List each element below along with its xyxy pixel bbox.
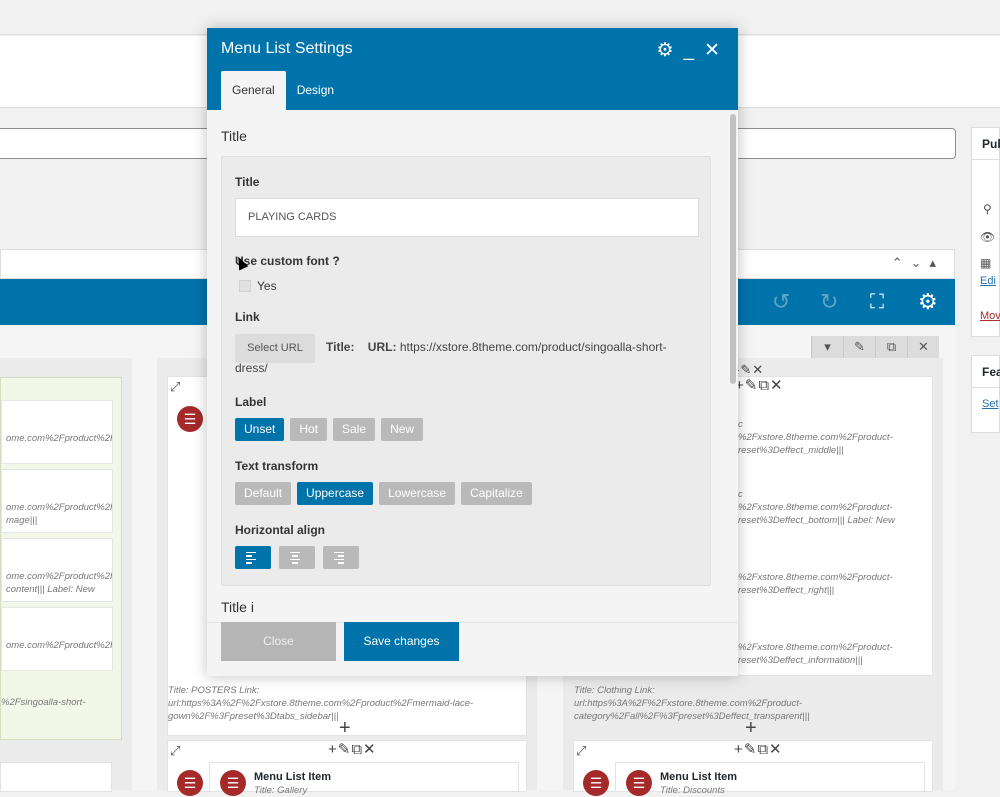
save-changes-button[interactable]: Save changes xyxy=(344,622,459,661)
modal-title: Menu List Settings xyxy=(221,40,353,57)
undo-icon[interactable]: ↺ xyxy=(772,289,790,315)
menu-list-icon: ☰ xyxy=(583,770,609,796)
item-text: ome.com%2Fproduct%2Fs xyxy=(6,433,113,444)
next-section-title: Title i xyxy=(221,599,254,615)
gear-icon[interactable]: ⚙ xyxy=(656,40,673,62)
title-field-label: Title xyxy=(235,175,260,189)
left-column-active-element[interactable]: ome.com%2Fproduct%2Fs ome.com%2Fproduct%… xyxy=(0,377,122,740)
row-edit-icon[interactable]: ✎ xyxy=(843,336,875,358)
menu-list-icon: ☰ xyxy=(626,770,652,796)
item-title: Menu List Item xyxy=(660,771,738,783)
featured-box-header[interactable]: Fea xyxy=(972,356,1000,388)
label-option-sale[interactable]: Sale xyxy=(333,418,376,441)
item-text: ome.com%2Fproduct%2Fd xyxy=(6,640,113,651)
list-item[interactable]: ome.com%2Fproduct%2Fl content||| Label: … xyxy=(1,538,113,602)
set-featured-image-link[interactable]: Set xyxy=(982,398,999,410)
builder-settings-gear-icon[interactable]: ⚙ xyxy=(918,289,938,315)
add-element-icon[interactable]: + xyxy=(339,718,351,738)
horizontal-align-options xyxy=(235,546,359,569)
row-dropdown-icon[interactable]: ▾ xyxy=(811,336,843,358)
tab-general[interactable]: General xyxy=(221,71,286,110)
minimize-icon[interactable]: _ xyxy=(684,40,695,62)
title-input[interactable]: PLAYING CARDS xyxy=(235,198,699,237)
row-delete-icon[interactable]: ✕ xyxy=(907,336,939,358)
horizontal-align-label: Horizontal align xyxy=(235,523,325,537)
edit-link[interactable]: Edi xyxy=(980,275,996,287)
menu-list-icon: ☰ xyxy=(177,406,203,432)
align-right-icon[interactable] xyxy=(323,546,359,569)
transform-option-lowercase[interactable]: Lowercase xyxy=(379,482,456,505)
element-controls-icon[interactable]: +✎⧉✕ xyxy=(735,378,784,393)
item-title: Menu List Item xyxy=(254,771,332,783)
align-left-icon[interactable] xyxy=(235,546,271,569)
element-controls-icon[interactable]: +✎⧉✕ xyxy=(734,742,783,757)
transform-option-default[interactable]: Default xyxy=(235,482,292,505)
row-controls: ▾ ✎ ⧉ ✕ xyxy=(811,336,939,358)
menu-list-settings-modal: Menu List Settings ⚙ _ ✕ General Design … xyxy=(207,28,738,676)
label-option-hot[interactable]: Hot xyxy=(290,418,328,441)
text-transform-options: Default Uppercase Lowercase Capitalize xyxy=(235,482,532,505)
close-icon[interactable]: ✕ xyxy=(704,40,720,62)
link-title-label: Title: xyxy=(326,340,355,354)
publish-box-header[interactable]: Pub xyxy=(972,128,1000,160)
visibility-eye-icon: 👁 xyxy=(980,230,996,244)
list-item[interactable]: ome.com%2Fproduct%2Fs xyxy=(1,400,113,464)
custom-font-option-label: Yes xyxy=(257,279,277,293)
modal-scrollbar[interactable] xyxy=(730,114,736,384)
pin-icon: ⚲ xyxy=(983,202,992,216)
item-text: ome.com%2Fproduct%2Fl content||| Label: … xyxy=(6,571,113,595)
transform-option-capitalize[interactable]: Capitalize xyxy=(461,482,532,505)
label-option-new[interactable]: New xyxy=(381,418,424,441)
menu-list-icon: ☰ xyxy=(177,770,203,796)
modal-header[interactable]: Menu List Settings ⚙ _ ✕ General Design xyxy=(207,28,738,110)
menu-list-icon: ☰ xyxy=(220,770,246,796)
modal-footer: Close Save changes xyxy=(207,622,738,676)
tab-design[interactable]: Design xyxy=(286,71,345,110)
panel-order-arrows[interactable]: ⌃⌄▴ xyxy=(892,255,944,271)
label-option-unset[interactable]: Unset xyxy=(235,418,285,441)
item-text: Title: Gallery xyxy=(254,785,308,796)
title-settings-panel: Title PLAYING CARDS Use custom font ? Ye… xyxy=(221,156,711,586)
redo-icon[interactable]: ↻ xyxy=(820,289,838,315)
expand-icon[interactable]: ⤢ xyxy=(576,744,586,757)
row-clone-icon[interactable]: ⧉ xyxy=(875,336,907,358)
text-transform-label: Text transform xyxy=(235,459,319,473)
calendar-icon: ▦ xyxy=(980,256,992,270)
list-item[interactable]: ome.com%2Fproduct%2Fd xyxy=(1,607,113,671)
expand-icon[interactable]: ⤢ xyxy=(170,744,180,757)
item-text: ome.com%2Fproduct%2Fl mage||| xyxy=(6,502,113,526)
list-item[interactable]: ome.com%2Fproduct%2Fl mage||| xyxy=(1,469,113,533)
label-options: Unset Hot Sale New xyxy=(235,418,424,441)
item-text: c %2Fxstore.8theme.com%2Fproduct- reset%… xyxy=(738,419,893,456)
item-text: %2Fsingoalla-short- xyxy=(1,697,86,708)
select-url-button[interactable]: Select URL xyxy=(235,334,315,363)
modal-tabs: General Design xyxy=(221,71,345,110)
align-center-icon[interactable] xyxy=(279,546,315,569)
add-element-icon[interactable]: + xyxy=(745,718,757,738)
custom-font-label: Use custom font ? xyxy=(235,254,340,268)
featured-image-box: Fea xyxy=(971,355,1000,433)
modal-body: Title Title PLAYING CARDS Use custom fon… xyxy=(207,110,738,622)
custom-font-checkbox[interactable] xyxy=(239,280,251,292)
transform-option-uppercase[interactable]: Uppercase xyxy=(297,482,374,505)
expand-icon[interactable]: ⤢ xyxy=(170,380,180,393)
list-item[interactable] xyxy=(0,762,112,792)
item-text: %2Fxstore.8theme.com%2Fproduct- reset%3D… xyxy=(738,572,893,596)
close-button[interactable]: Close xyxy=(221,622,336,661)
element-controls-icon[interactable]: -✎✕ xyxy=(735,362,764,377)
label-field-label: Label xyxy=(235,395,267,409)
item-text: %2Fxstore.8theme.com%2Fproduct- reset%3D… xyxy=(738,642,893,666)
section-title: Title xyxy=(221,128,247,144)
item-text: c %2Fxstore.8theme.com%2Fproduct- reset%… xyxy=(738,489,895,526)
custom-font-option[interactable]: Yes xyxy=(239,279,277,293)
move-to-trash-link[interactable]: Mov xyxy=(980,310,1000,322)
fullscreen-icon[interactable]: ⛶ xyxy=(870,289,884,315)
link-label: Link xyxy=(235,310,260,324)
item-text: Title: Discounts xyxy=(660,785,725,796)
link-url-label: URL: xyxy=(367,340,397,354)
element-controls-icon[interactable]: +✎⧉✕ xyxy=(328,742,377,757)
